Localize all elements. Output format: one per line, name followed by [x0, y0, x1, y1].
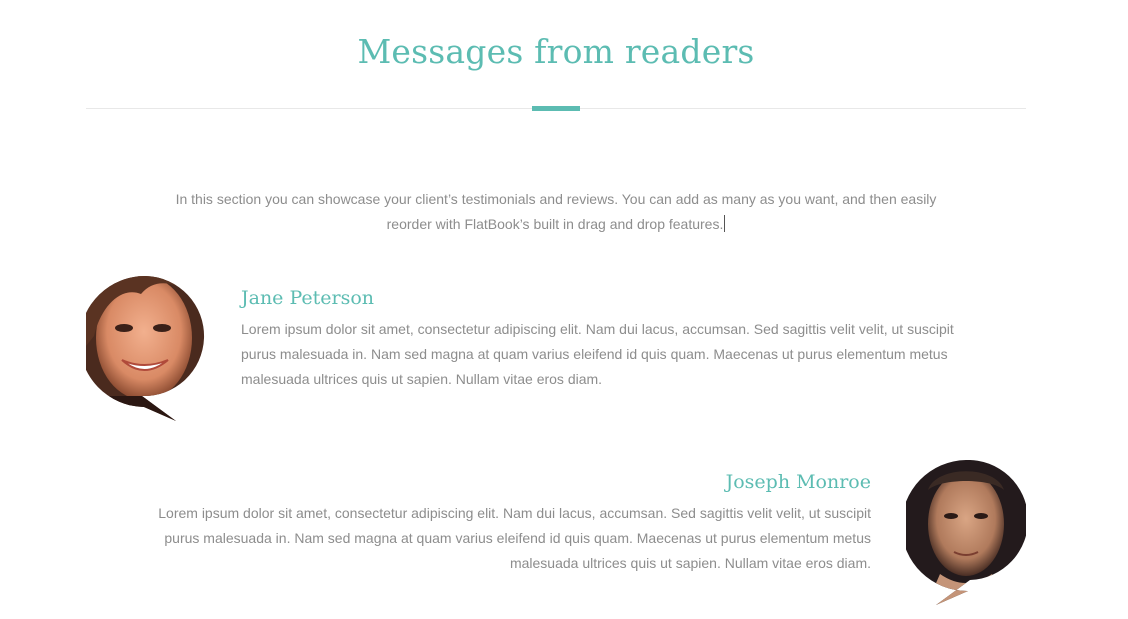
avatar — [906, 460, 1026, 606]
section-intro-text: In this section you can showcase your cl… — [175, 191, 937, 232]
testimonial-text: Lorem ipsum dolor sit amet, consectetur … — [241, 321, 954, 387]
avatar-speech-bubble-icon — [906, 460, 1026, 605]
testimonial-text: Lorem ipsum dolor sit amet, consectetur … — [158, 505, 871, 571]
title-accent-bar — [532, 106, 580, 111]
text-cursor — [724, 215, 726, 232]
section-intro: In this section you can showcase your cl… — [160, 187, 952, 237]
avatar — [86, 276, 206, 422]
testimonial-name: Joseph Monroe — [725, 471, 871, 493]
section-title: Messages from readers — [357, 32, 755, 71]
avatar-speech-bubble-icon — [86, 276, 205, 422]
testimonials-page: Messages from readers In this section yo… — [0, 0, 1128, 619]
testimonial-name: Jane Peterson — [241, 287, 375, 309]
